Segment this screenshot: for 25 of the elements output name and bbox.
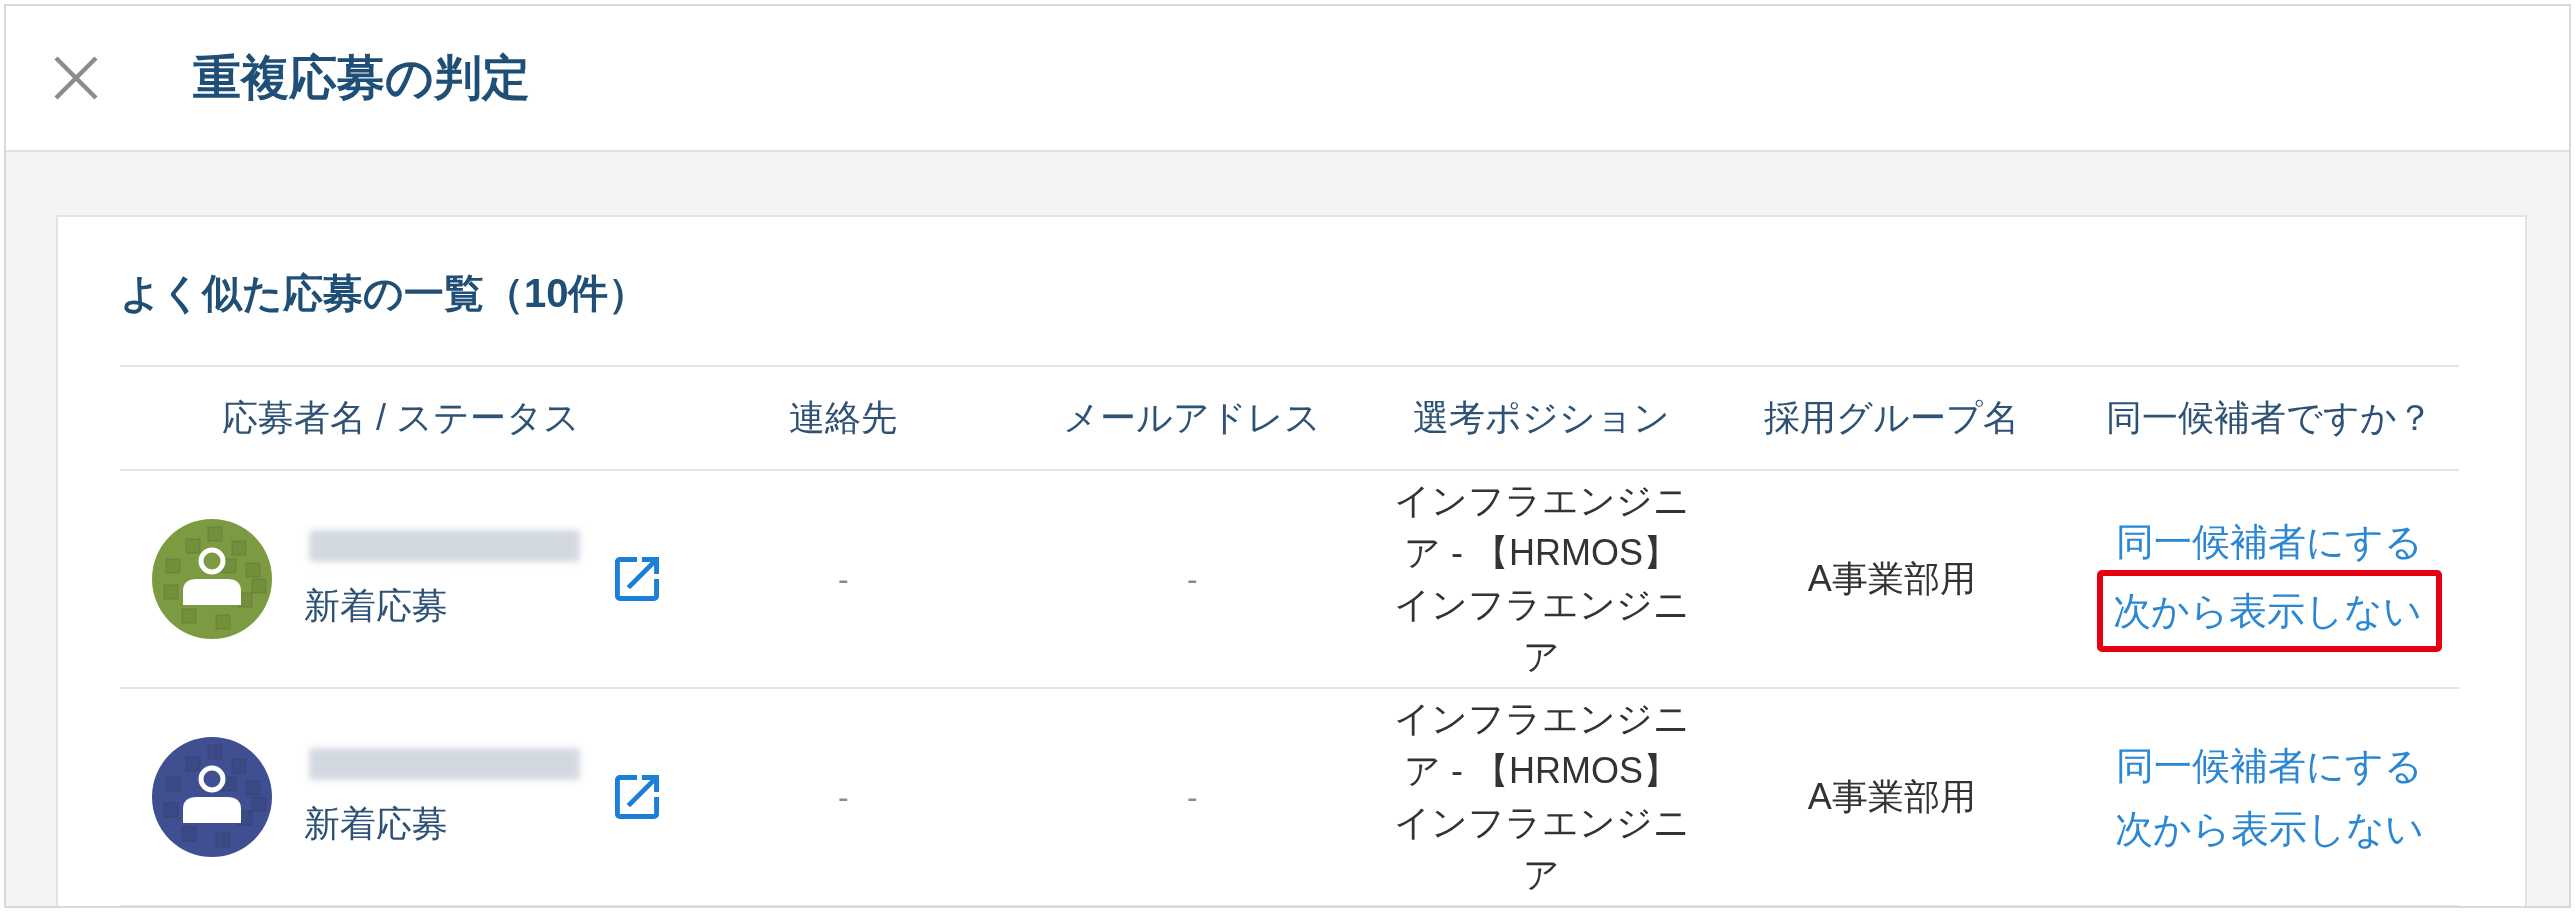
column-header: 連絡先 [789, 397, 898, 438]
empty-value: - [1187, 561, 1198, 597]
column-header: メールアドレス [1063, 397, 1322, 438]
external-link-icon[interactable] [615, 775, 659, 819]
position-text: インフラエンジニア - 【HRMOS】インフラエンジニア [1392, 697, 1691, 897]
group-name: A事業部用 [1807, 558, 1976, 599]
group-name: A事業部用 [1807, 776, 1976, 817]
action-link[interactable]: 次から表示しない [2115, 806, 2425, 851]
empty-value: - [1187, 779, 1198, 815]
column-header: 応募者名 / ステータス [222, 397, 581, 438]
action-link[interactable]: 次から表示しない [2113, 588, 2423, 633]
column-header: 同一候補者ですか？ [2106, 397, 2434, 438]
close-icon[interactable] [54, 56, 98, 100]
dialog-title: 重複応募の判定 [193, 50, 530, 106]
empty-value: - [837, 779, 849, 815]
status-label: 新着応募 [304, 584, 449, 628]
action-link[interactable]: 同一候補者にする [2116, 743, 2424, 788]
column-header: 採用グループ名 [1764, 397, 2020, 438]
position-text: インフラエンジニア - 【HRMOS】インフラエンジニア [1392, 479, 1691, 679]
external-link-icon[interactable] [615, 557, 659, 601]
status-label: 新着応募 [304, 802, 449, 846]
action-link[interactable]: 同一候補者にする [2116, 519, 2424, 564]
empty-value: - [837, 561, 849, 597]
column-header: 選考ポジション [1413, 397, 1671, 438]
section-heading: よく似た応募の一覧（10件） [120, 270, 650, 317]
